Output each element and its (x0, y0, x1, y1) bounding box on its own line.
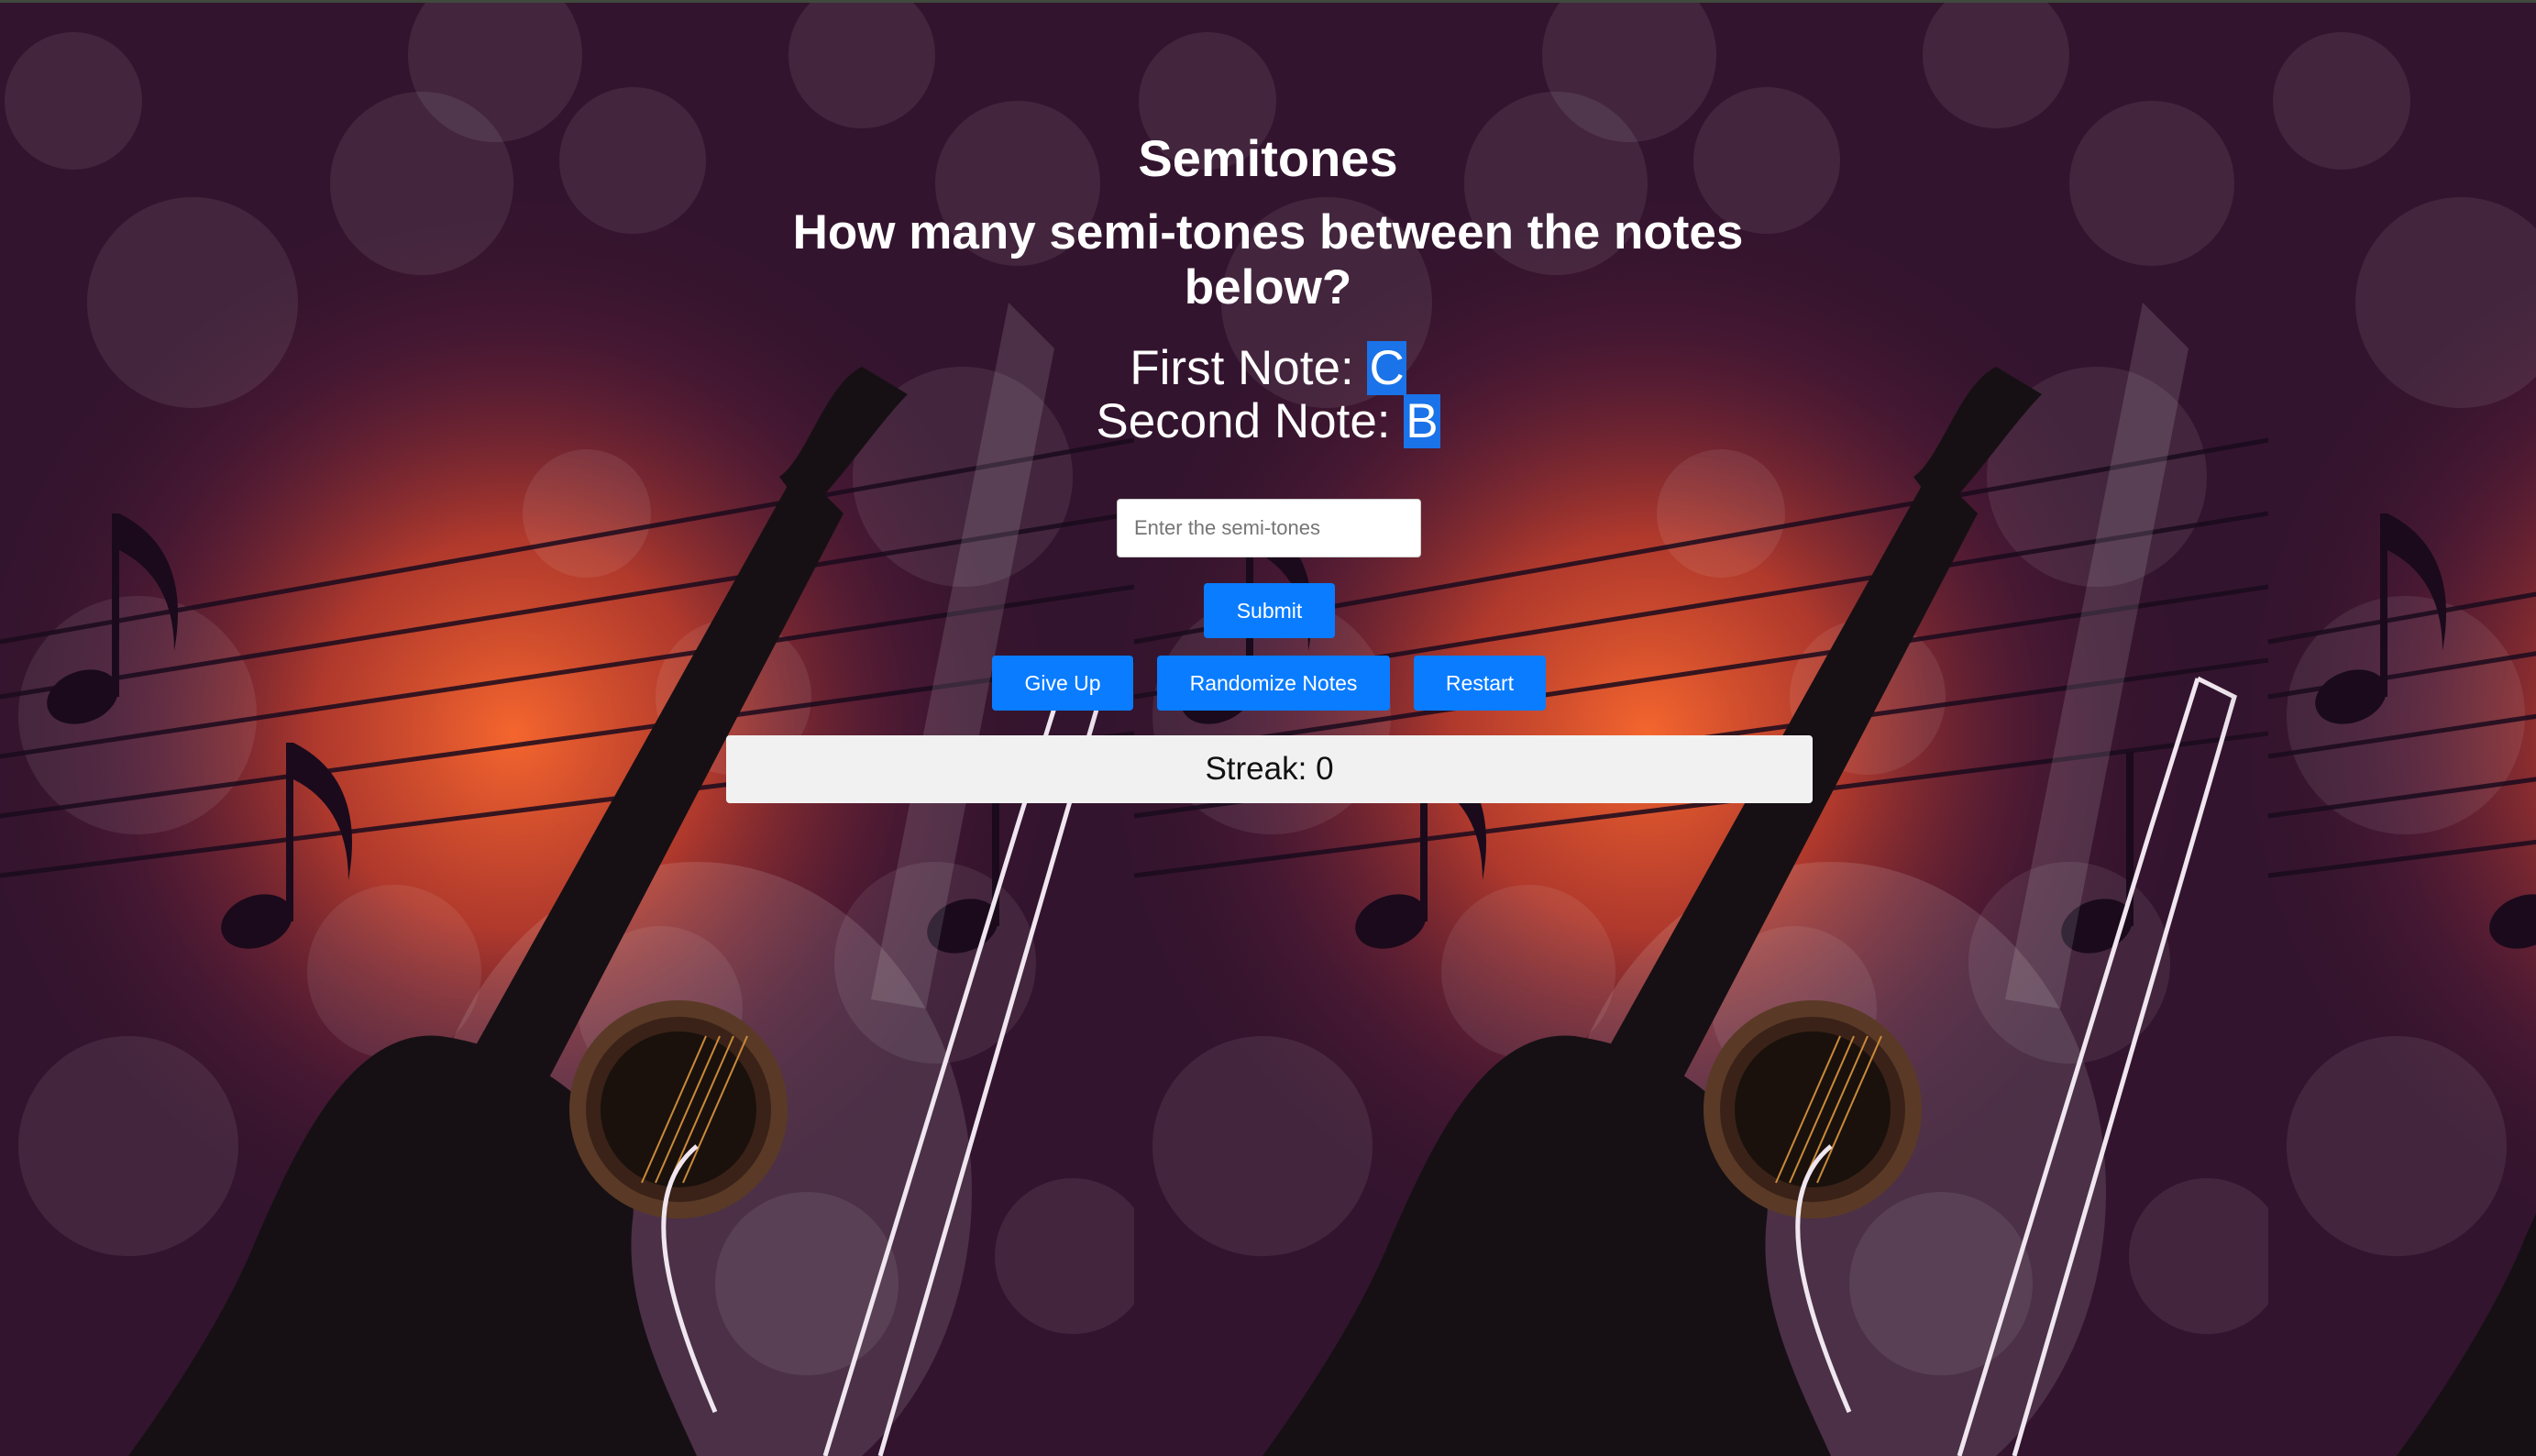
first-note-label: First Note: (1130, 341, 1354, 395)
randomize-notes-button[interactable]: Randomize Notes (1157, 656, 1390, 711)
streak-value: 0 (1316, 751, 1334, 787)
second-note-line: Second Note: B (0, 394, 2536, 449)
quiz-panel: Semitones How many semi-tones between th… (0, 0, 2536, 1456)
streak-label: Streak: (1205, 751, 1307, 787)
give-up-button[interactable]: Give Up (992, 656, 1133, 711)
page-title: Semitones (1138, 129, 1398, 187)
second-note-label: Second Note: (1096, 394, 1391, 448)
first-note-line: First Note: C (0, 341, 2536, 396)
second-note-value: B (1404, 394, 1440, 448)
semitones-input[interactable] (1117, 499, 1421, 557)
submit-button[interactable]: Submit (1204, 583, 1335, 638)
top-border (0, 0, 2536, 3)
first-note-value: C (1367, 341, 1406, 395)
question-text: How many semi-tones between the notes be… (792, 205, 1744, 314)
streak-bar: Streak: 0 (726, 735, 1813, 803)
restart-button[interactable]: Restart (1414, 656, 1546, 711)
